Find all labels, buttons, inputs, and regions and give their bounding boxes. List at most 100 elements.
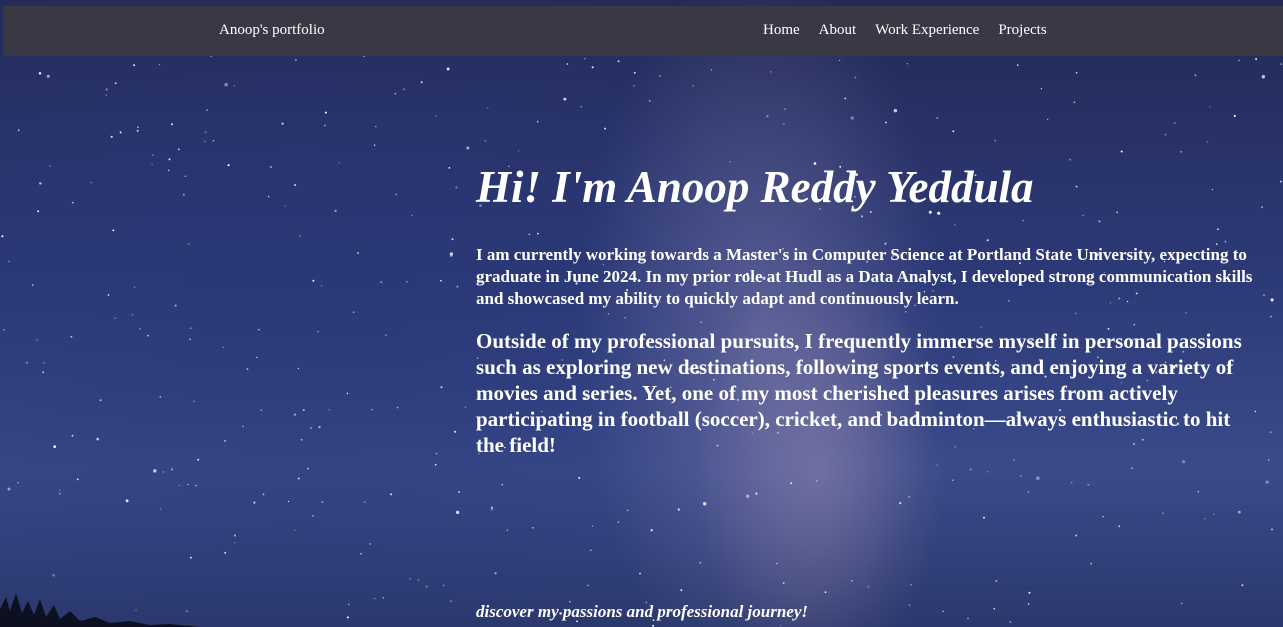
star: [233, 85, 236, 87]
star: [464, 406, 467, 408]
star: [851, 580, 853, 582]
star: [114, 317, 116, 319]
star: [587, 584, 590, 587]
star: [409, 578, 411, 580]
hero-section: Hi! I'm Anoop Reddy Yeddula I am current…: [476, 160, 1256, 458]
star: [1131, 467, 1133, 469]
star: [967, 617, 969, 620]
star: [1238, 59, 1240, 62]
nav-home-link[interactable]: Home: [763, 22, 800, 39]
star: [364, 501, 366, 503]
hero-title: Hi! I'm Anoop Reddy Yeddula: [476, 162, 1034, 212]
star: [184, 175, 186, 177]
nav-projects-link[interactable]: Projects: [998, 22, 1046, 39]
star: [1206, 141, 1209, 143]
star: [324, 111, 327, 114]
star: [318, 426, 321, 429]
star: [1028, 591, 1031, 594]
star: [58, 493, 61, 495]
star: [456, 285, 459, 288]
star: [1, 235, 4, 238]
star: [490, 508, 493, 511]
star: [380, 281, 383, 284]
star: [222, 346, 225, 349]
star: [1120, 150, 1123, 153]
star: [936, 464, 938, 466]
star: [1182, 460, 1186, 464]
star: [450, 600, 452, 602]
star: [49, 165, 51, 167]
star: [425, 585, 428, 588]
star: [1261, 206, 1263, 209]
star: [204, 131, 207, 134]
star: [204, 140, 206, 143]
star: [536, 120, 539, 123]
star: [147, 334, 149, 337]
star: [312, 279, 315, 282]
star: [942, 610, 944, 613]
star: [36, 338, 38, 341]
star: [297, 367, 300, 370]
star: [270, 166, 272, 168]
star: [899, 502, 902, 505]
star: [125, 499, 129, 503]
star: [396, 406, 399, 409]
star: [443, 584, 445, 586]
star: [484, 140, 487, 142]
star: [1265, 480, 1269, 484]
star: [652, 624, 655, 627]
star: [307, 467, 309, 470]
star: [299, 235, 301, 237]
star: [258, 328, 260, 331]
star: [1161, 512, 1164, 515]
star: [1173, 121, 1176, 124]
star: [197, 458, 200, 461]
star: [1180, 150, 1183, 153]
star: [352, 311, 355, 313]
star: [633, 71, 636, 74]
star: [3, 328, 5, 331]
star: [1180, 602, 1183, 605]
star: [1270, 315, 1272, 318]
star: [702, 501, 707, 506]
star: [790, 482, 793, 485]
star: [321, 501, 324, 504]
star: [189, 338, 191, 340]
star: [1261, 75, 1265, 79]
star: [908, 495, 911, 498]
star: [346, 392, 349, 395]
star: [253, 501, 256, 504]
nav-work-experience-link[interactable]: Work Experience: [875, 22, 979, 39]
star: [770, 71, 772, 73]
star: [885, 121, 887, 124]
star: [494, 572, 497, 575]
star: [162, 471, 164, 473]
star: [1271, 528, 1273, 531]
star: [159, 396, 162, 398]
star: [566, 63, 569, 65]
star: [224, 551, 227, 554]
nav-about-link[interactable]: About: [819, 22, 857, 39]
star: [1204, 517, 1206, 520]
hero-tagline: discover my passions and professional jo…: [476, 602, 808, 621]
star: [824, 591, 827, 594]
star: [59, 489, 61, 491]
top-navbar: Anoop's portfolio Home About Work Experi…: [3, 6, 1283, 56]
star: [1118, 525, 1121, 528]
star: [844, 97, 847, 100]
star: [281, 122, 284, 125]
star: [267, 195, 270, 198]
star: [910, 584, 912, 586]
star: [893, 108, 898, 113]
star: [284, 205, 286, 207]
star: [779, 624, 782, 627]
star: [1012, 459, 1015, 461]
star: [153, 469, 157, 473]
star: [854, 76, 857, 79]
star: [159, 508, 162, 510]
star: [906, 63, 909, 65]
brand-link[interactable]: Anoop's portfolio: [219, 22, 325, 39]
star: [287, 500, 290, 503]
star: [626, 509, 629, 512]
star: [227, 164, 230, 167]
